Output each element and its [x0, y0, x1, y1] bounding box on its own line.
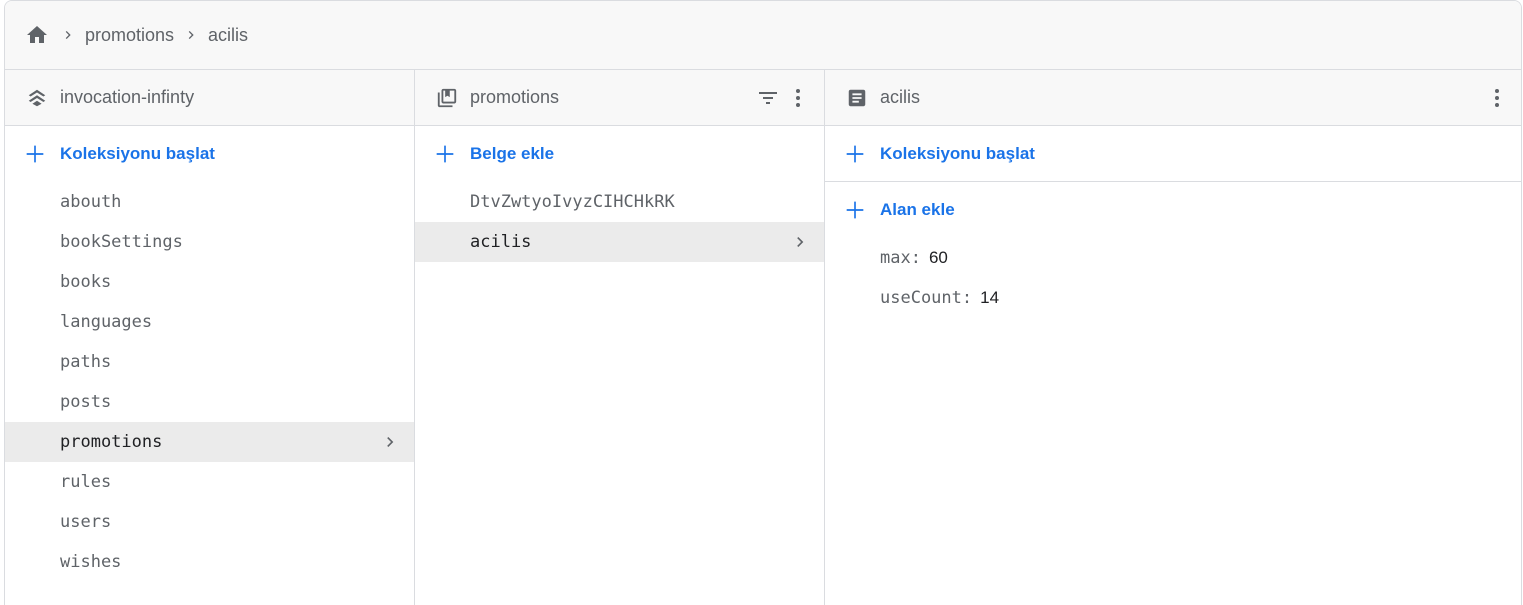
- collection-panel-header: promotions: [415, 70, 824, 126]
- collection-item-paths[interactable]: paths: [5, 342, 414, 382]
- collection-label: languages: [60, 312, 153, 332]
- document-panel-header: acilis: [825, 70, 1521, 126]
- breadcrumb-item-promotions[interactable]: promotions: [85, 25, 174, 46]
- document-label: acilis: [470, 232, 532, 252]
- root-panel-header: invocation-infinty: [5, 70, 414, 126]
- field-value: 14: [980, 288, 1000, 307]
- chevron-right-icon: [55, 25, 81, 45]
- collection-panel-title: promotions: [470, 87, 560, 107]
- collection-label: users: [60, 512, 112, 532]
- breadcrumb: promotions acilis: [5, 1, 1521, 70]
- collection-item-books[interactable]: books: [5, 262, 414, 302]
- chevron-right-icon: [790, 232, 810, 252]
- collection-panel-actions: [756, 86, 810, 110]
- field-row-max[interactable]: max: 60: [825, 238, 1521, 278]
- collection-label: bookSettings: [60, 232, 183, 252]
- add-document-button[interactable]: Belge ekle: [415, 126, 824, 182]
- root-panel: invocation-infinty Koleksiyonu başlat ab…: [5, 70, 415, 605]
- add-field-button[interactable]: Alan ekle: [825, 182, 1521, 238]
- chevron-right-icon: [178, 25, 204, 45]
- collection-label: wishes: [60, 552, 122, 572]
- chevron-right-icon: [380, 432, 400, 452]
- breadcrumb-item-acilis[interactable]: acilis: [208, 25, 248, 46]
- document-list: DtvZwtyoIvyzCIHCHkRK acilis: [415, 182, 824, 262]
- document-panel-title: acilis: [880, 87, 921, 107]
- start-subcollection-label: Koleksiyonu başlat: [880, 143, 1035, 163]
- filter-icon[interactable]: [756, 86, 780, 110]
- start-collection-label: Koleksiyonu başlat: [60, 144, 215, 163]
- collection-item-languages[interactable]: languages: [5, 302, 414, 342]
- field-value: 60: [928, 248, 948, 267]
- more-vert-icon[interactable]: [786, 86, 810, 110]
- collection-label: posts: [60, 392, 112, 412]
- collection-label: promotions: [60, 432, 163, 452]
- collection-item-booksettings[interactable]: bookSettings: [5, 222, 414, 262]
- add-document-label: Belge ekle: [470, 144, 555, 163]
- collection-item-posts[interactable]: posts: [5, 382, 414, 422]
- collection-item-users[interactable]: users: [5, 502, 414, 542]
- document-panel-actions: [1485, 86, 1509, 110]
- collection-item-rules[interactable]: rules: [5, 462, 414, 502]
- home-icon[interactable]: [23, 21, 51, 49]
- start-collection-button[interactable]: Koleksiyonu başlat: [5, 126, 414, 182]
- firestore-data-viewer: promotions acilis invocation-infinty Kol…: [4, 0, 1522, 605]
- collection-label: abouth: [60, 192, 122, 212]
- field-key: useCount: [880, 288, 962, 308]
- plus-icon: [844, 199, 866, 221]
- field-list: max: 60 useCount: 14: [825, 238, 1521, 318]
- document-item-acilis[interactable]: acilis: [415, 222, 824, 262]
- root-panel-title: invocation-infinty: [60, 87, 195, 107]
- start-subcollection-button[interactable]: Koleksiyonu başlat: [825, 126, 1521, 182]
- field-key: max: [880, 248, 911, 268]
- collection-item-promotions[interactable]: promotions: [5, 422, 414, 462]
- field-colon: :: [961, 288, 973, 308]
- field-colon: :: [910, 248, 921, 268]
- add-field-label: Alan ekle: [880, 200, 955, 219]
- document-panel: acilis Koleksiyonu başlat Alan ekle max:…: [825, 70, 1521, 605]
- plus-icon: [844, 143, 866, 165]
- document-label: DtvZwtyoIvyzCIHCHkRK: [470, 192, 675, 212]
- collection-label: books: [60, 272, 112, 292]
- collection-item-wishes[interactable]: wishes: [5, 542, 414, 582]
- more-vert-icon[interactable]: [1485, 86, 1509, 110]
- collection-panel: promotions Belge ekle DtvZwtyoIvyzCIHCHk…: [415, 70, 825, 605]
- collection-label: rules: [60, 472, 112, 492]
- collection-item-abouth[interactable]: abouth: [5, 182, 414, 222]
- project-stack-icon: [25, 86, 49, 110]
- collection-icon: [435, 86, 459, 110]
- plus-icon: [24, 143, 46, 165]
- collection-label: paths: [60, 352, 112, 372]
- field-row-usecount[interactable]: useCount: 14: [825, 278, 1521, 318]
- document-item[interactable]: DtvZwtyoIvyzCIHCHkRK: [415, 182, 824, 222]
- collection-list: abouth bookSettings books languages path…: [5, 182, 414, 582]
- plus-icon: [434, 143, 456, 165]
- document-icon: [845, 86, 869, 110]
